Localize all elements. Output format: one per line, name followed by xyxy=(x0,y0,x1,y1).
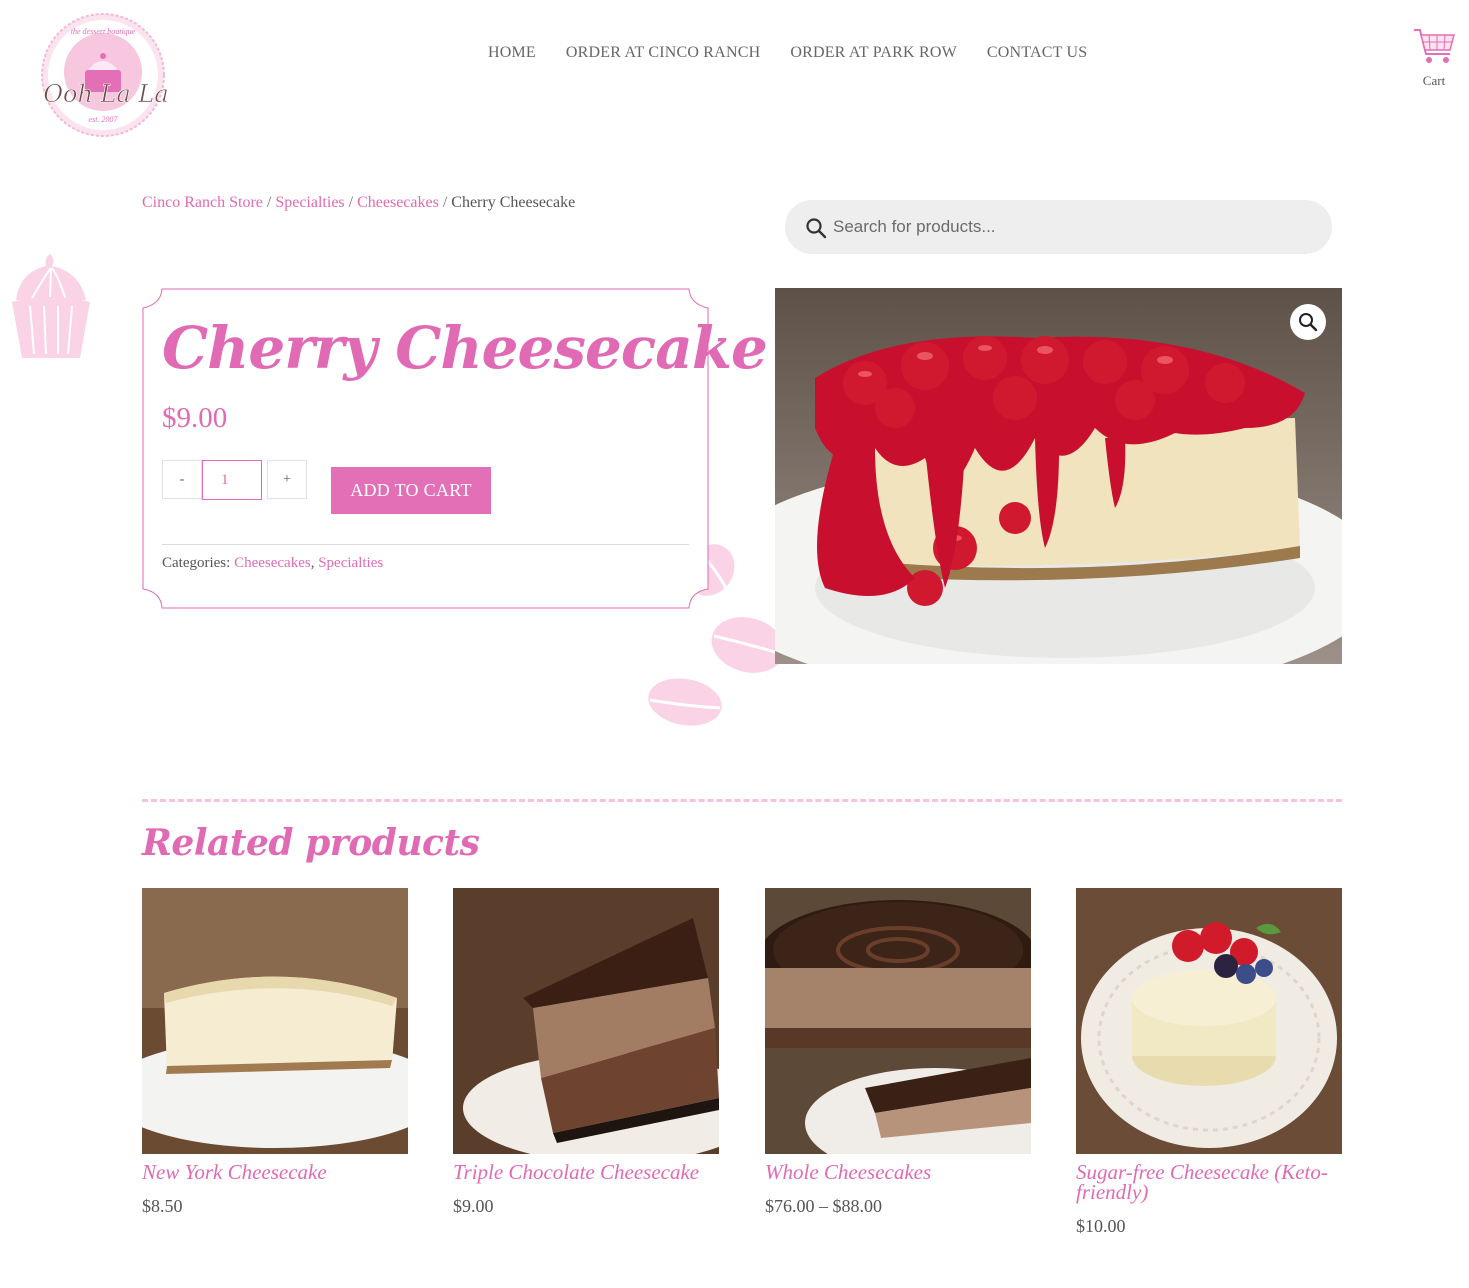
related-product-image[interactable] xyxy=(1076,888,1342,1154)
qty-decrease-button[interactable]: - xyxy=(162,460,202,499)
product-title: Cherry Cheesecake xyxy=(162,314,768,382)
nav-home[interactable]: HOME xyxy=(488,44,536,62)
related-product-image[interactable] xyxy=(765,888,1031,1154)
related-product-card[interactable]: Triple Chocolate Cheesecake $9.00 xyxy=(453,888,719,1217)
triple-chocolate-cheesecake-photo xyxy=(453,888,719,1154)
cart-label: Cart xyxy=(1422,73,1446,88)
logo-badge-icon: the dessert boutique Ooh La La est. 2007 xyxy=(41,13,169,137)
search-input[interactable] xyxy=(833,208,1313,246)
related-product-image[interactable] xyxy=(453,888,719,1154)
related-product-card[interactable]: Sugar-free Cheesecake (Keto-friendly) $1… xyxy=(1076,888,1342,1237)
product-price: $9.00 xyxy=(162,402,228,434)
cart-icon xyxy=(1414,29,1455,63)
logo-wordmark: Ooh La La xyxy=(43,80,168,108)
breadcrumb-specialties[interactable]: Specialties xyxy=(275,194,344,211)
category-link-cheesecakes[interactable]: Cheesecakes xyxy=(234,555,311,571)
logo-tagline: the dessert boutique xyxy=(71,27,136,36)
breadcrumb-current: Cherry Cheesecake xyxy=(451,194,576,211)
qty-increase-button[interactable]: + xyxy=(267,460,307,499)
product-categories: Categories: Cheesecakes, Specialties xyxy=(162,555,383,572)
category-link-specialties[interactable]: Specialties xyxy=(318,555,383,571)
categories-separator: , xyxy=(310,555,315,571)
related-product-image[interactable] xyxy=(142,888,408,1154)
related-product-price: $10.00 xyxy=(1076,1216,1126,1236)
related-product-price: $76.00 – $88.00 xyxy=(765,1196,882,1216)
breadcrumb-cinco-ranch-store[interactable]: Cinco Ranch Store xyxy=(142,194,263,211)
nav-order-park-row[interactable]: ORDER AT PARK ROW xyxy=(790,44,957,62)
site-logo[interactable]: the dessert boutique Ooh La La est. 2007 xyxy=(40,12,176,138)
zoom-button[interactable] xyxy=(1290,304,1326,340)
related-product-card[interactable]: New York Cheesecake $8.50 xyxy=(142,888,408,1217)
related-product-name[interactable]: Sugar-free Cheesecake (Keto-friendly) xyxy=(1076,1162,1342,1203)
breadcrumb-cheesecakes[interactable]: Cheesecakes xyxy=(357,194,439,211)
related-product-card[interactable]: Whole Cheesecakes $76.00 – $88.00 xyxy=(765,888,1031,1217)
sugar-free-cheesecake-photo xyxy=(1076,888,1342,1154)
zoom-icon xyxy=(1299,313,1318,332)
nav-order-cinco-ranch[interactable]: ORDER AT CINCO RANCH xyxy=(566,44,760,62)
main-nav: HOME ORDER AT CINCO RANCH ORDER AT PARK … xyxy=(488,44,1087,62)
section-divider xyxy=(142,799,1342,803)
logo-est: est. 2007 xyxy=(89,115,119,124)
divider xyxy=(162,544,689,545)
quantity-input[interactable] xyxy=(202,460,262,500)
cart-link[interactable]: Cart xyxy=(1410,26,1458,89)
product-image[interactable] xyxy=(775,288,1342,664)
related-product-name[interactable]: Triple Chocolate Cheesecake xyxy=(453,1162,719,1183)
whole-cheesecake-photo xyxy=(765,888,1031,1154)
categories-label: Categories: xyxy=(162,555,231,571)
related-product-price: $9.00 xyxy=(453,1196,494,1216)
breadcrumb-separator: / xyxy=(442,194,448,211)
new-york-cheesecake-photo xyxy=(142,888,408,1154)
nav-contact-us[interactable]: CONTACT US xyxy=(987,44,1087,62)
related-product-price: $8.50 xyxy=(142,1196,183,1216)
add-to-cart-button[interactable]: ADD TO CART xyxy=(331,467,491,514)
cupcake-decoration-icon xyxy=(12,254,90,358)
related-products-title: Related products xyxy=(142,822,480,864)
product-search xyxy=(785,200,1332,254)
cherry-cheesecake-photo xyxy=(775,288,1342,664)
breadcrumb-separator: / xyxy=(348,194,354,211)
search-icon[interactable] xyxy=(805,217,827,239)
breadcrumb-separator: / xyxy=(266,194,272,211)
related-product-name[interactable]: Whole Cheesecakes xyxy=(765,1162,1031,1183)
breadcrumb: Cinco Ranch Store / Specialties / Cheese… xyxy=(142,194,575,212)
related-product-name[interactable]: New York Cheesecake xyxy=(142,1162,408,1183)
